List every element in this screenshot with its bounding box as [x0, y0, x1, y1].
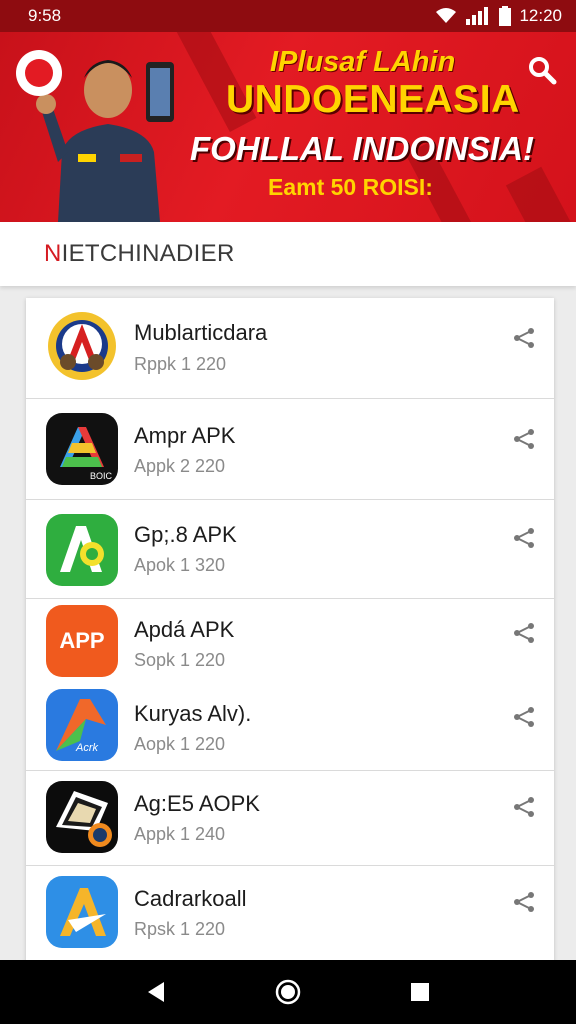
blue-a-icon: [46, 876, 118, 948]
battery-icon: [499, 6, 512, 26]
shield-a-icon: [46, 310, 118, 382]
share-button[interactable]: [510, 888, 538, 916]
share-button[interactable]: [510, 703, 538, 731]
brand-logo-icon: [16, 50, 62, 96]
banner-headline-4: Eamt 50 ROISI:: [268, 174, 433, 200]
banner-headline-1: IPlusaf LAhin: [270, 46, 456, 78]
share-icon: [514, 328, 534, 348]
app-version: Appk 1 240: [134, 824, 226, 844]
app-version: Appk 2 220: [134, 456, 226, 476]
status-icons: 12:20: [435, 6, 562, 26]
share-button[interactable]: [510, 425, 538, 453]
app-version: Aopk 1 220: [134, 734, 226, 754]
signal-icon: [466, 7, 489, 25]
share-button[interactable]: [510, 619, 538, 647]
app-list-item[interactable]: BOIC Ampr APK Appk 2 220: [26, 399, 554, 500]
banner-headline-2: UNDOENEASIA: [226, 78, 520, 121]
app-list: Mublarticdara Rppk 1 220 BOIC Ampr APK A…: [26, 298, 554, 968]
share-icon: [514, 892, 534, 912]
app-list-item[interactable]: Mublarticdara Rppk 1 220: [26, 298, 554, 399]
section-header: NIETCHINADIER: [0, 222, 576, 286]
app-name: Ampr APK: [134, 423, 236, 448]
system-nav-bar: [0, 960, 576, 1024]
promo-banner[interactable]: IPlusaf LAhin UNDOENEASIA FOHLLAL INDOIN…: [0, 32, 576, 222]
app-list-item[interactable]: Cadrarkoall Rpsk 1 220: [26, 866, 554, 968]
app-name: Cadrarkoall: [134, 886, 247, 911]
app-name: Gp;.8 APK: [134, 522, 237, 547]
share-icon: [514, 528, 534, 548]
svg-text:Acrk: Acrk: [75, 742, 99, 754]
app-list-item[interactable]: Ag:E5 AOPK Appk 1 240: [26, 771, 554, 866]
share-button[interactable]: [510, 793, 538, 821]
blue-arrow-icon: Acrk: [46, 689, 118, 761]
status-bar: 9:58 12:20: [0, 0, 576, 32]
home-button[interactable]: [268, 972, 308, 1012]
share-icon: [514, 797, 534, 817]
colorful-a-icon: BOIC: [46, 413, 118, 485]
app-version: Rpsk 1 220: [134, 919, 226, 939]
home-icon: [275, 979, 301, 1005]
search-icon: [529, 57, 557, 85]
banner-headline-3: FOHLLAL INDOINSIA!: [190, 130, 535, 167]
wifi-icon: [436, 8, 457, 23]
app-list-item[interactable]: Acrk Kuryas Alv). Aopk 1 220: [26, 685, 554, 771]
app-name: Ag:E5 AOPK: [134, 791, 260, 816]
back-icon: [148, 982, 164, 1002]
share-button[interactable]: [510, 524, 538, 552]
status-time-left: 9:58: [28, 6, 62, 25]
svg-text:BOIC: BOIC: [90, 471, 113, 481]
section-title: NIETCHINADIER: [44, 240, 235, 267]
recents-button[interactable]: [400, 972, 440, 1012]
recents-icon: [411, 983, 429, 1001]
share-icon: [514, 429, 534, 449]
share-icon: [514, 707, 534, 727]
search-button[interactable]: [522, 50, 562, 90]
app-version: Rppk 1 220: [134, 354, 227, 374]
green-a-icon: [46, 514, 118, 586]
share-button[interactable]: [510, 324, 538, 352]
share-icon: [514, 623, 534, 643]
app-version: Sopk 1 220: [134, 650, 226, 670]
app-version: Apok 1 320: [134, 555, 226, 575]
black-fan-icon: [46, 781, 118, 853]
app-name: Kuryas Alv).: [134, 701, 252, 726]
app-name: Mublarticdara: [134, 320, 268, 345]
app-list-item[interactable]: APP Apdá APK Sopk 1 220: [26, 599, 554, 685]
app-name: Apdá APK: [134, 617, 235, 642]
back-button[interactable]: [136, 972, 176, 1012]
status-time-right: 12:20: [519, 6, 562, 25]
app-list-item[interactable]: Gp;.8 APK Apok 1 320: [26, 500, 554, 599]
orange-app-icon: APP: [46, 605, 118, 677]
